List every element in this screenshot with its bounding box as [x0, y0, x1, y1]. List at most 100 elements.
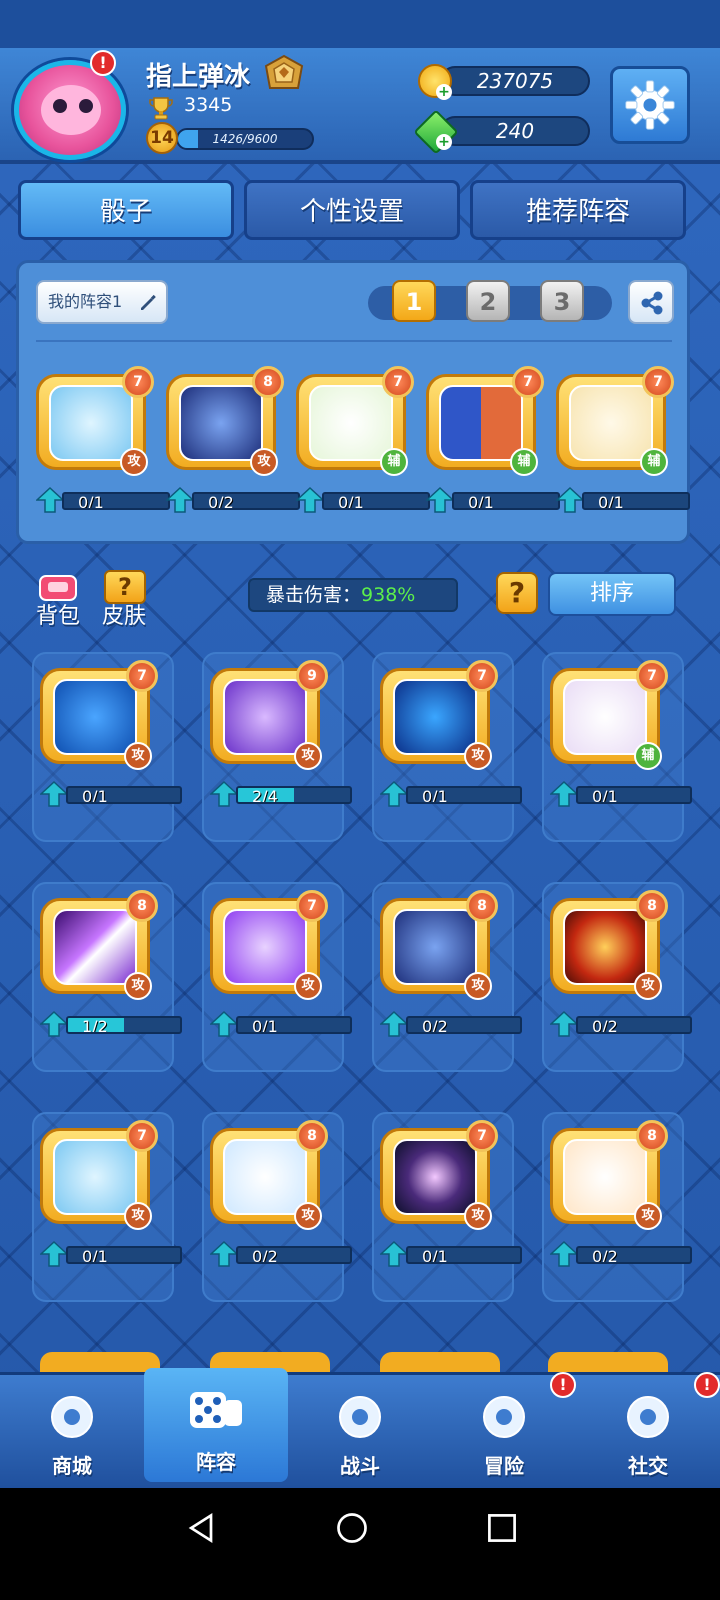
xp-bar: 1426/9600	[176, 128, 314, 150]
sword-icon	[49, 385, 133, 461]
gold-add-icon[interactable]: +	[436, 84, 452, 100]
dice-progress-bar: 0/1	[322, 492, 430, 510]
dice-frame-wrap: 7辅	[550, 660, 668, 770]
nav-item-0[interactable]: 商城	[0, 1372, 144, 1488]
dice-icon	[188, 1386, 244, 1440]
witch-hat-icon	[563, 679, 647, 755]
deck-name-button[interactable]: 我的阵容1	[36, 280, 168, 324]
dice-progress-text: 0/2	[208, 493, 234, 510]
ice-sword-icon	[223, 1139, 307, 1215]
dice-progress-bar: 0/1	[66, 786, 182, 804]
dice-progress-bar: 0/1	[582, 492, 690, 510]
recents-icon[interactable]	[484, 1510, 520, 1546]
home-icon[interactable]	[334, 1510, 370, 1546]
rank-badge-icon[interactable]	[264, 54, 304, 92]
lucky-cat-icon	[569, 385, 653, 461]
crit-damage-value: 938%	[361, 584, 416, 606]
dice-progress-bar: 0/1	[576, 786, 692, 804]
nav-item-1[interactable]: 阵容	[144, 1368, 288, 1482]
system-nav-bar	[0, 1488, 720, 1600]
sort-button[interactable]: 排序	[548, 572, 676, 616]
dice-type-badge: 攻	[464, 1202, 492, 1230]
avatar-face	[41, 85, 101, 135]
share-button[interactable]	[628, 280, 674, 324]
tab-recommended[interactable]: 推荐阵容	[470, 180, 686, 240]
crossed-swords-icon	[332, 1390, 388, 1444]
top-strip	[0, 0, 720, 48]
upgrade-arrow-icon	[210, 1240, 238, 1267]
deck-slot-3[interactable]: 3	[540, 280, 584, 322]
nav-item-2[interactable]: 战斗	[288, 1372, 432, 1488]
gold-display: 237075	[440, 66, 590, 96]
aquarius-icon	[53, 679, 137, 755]
crit-damage-label: 暴击伤害：	[266, 584, 362, 606]
dice-frame-wrap: 8攻	[550, 1120, 668, 1230]
upgrade-arrow-icon	[166, 486, 194, 513]
dice-type-badge: 攻	[250, 448, 278, 476]
dice-progress-text: 0/1	[598, 493, 624, 510]
dice-type-badge: 辅	[634, 742, 662, 770]
dice-progress: 0/2	[550, 1010, 696, 1037]
deck-slot-1[interactable]: 1	[392, 280, 436, 322]
player-level-badge: 14	[146, 122, 178, 154]
dice-progress-text: 0/1	[422, 787, 448, 804]
settings-button[interactable]	[610, 66, 690, 144]
dice-progress-text: 1/2	[82, 1017, 108, 1034]
dice-progress-text: 0/1	[82, 1247, 108, 1264]
upgrade-arrow-icon	[380, 1240, 408, 1267]
back-icon[interactable]	[184, 1510, 220, 1546]
dice-progress-bar: 0/1	[62, 492, 170, 510]
dice-progress-bar: 0/2	[576, 1016, 692, 1034]
tab-dice[interactable]: 骰子	[18, 180, 234, 240]
upgrade-arrow-icon	[550, 1240, 578, 1267]
nav-label: 社交	[628, 1454, 668, 1478]
nav-alert-badge: !	[694, 1372, 720, 1398]
avatar-alert-badge: !	[90, 50, 116, 76]
dice-progress-bar: 0/1	[406, 1246, 522, 1264]
nav-alert-badge: !	[550, 1372, 576, 1398]
deck-slot-2[interactable]: 2	[466, 280, 510, 322]
nav-label: 冒险	[484, 1454, 524, 1478]
dice-progress-bar: 0/2	[406, 1016, 522, 1034]
scorpion-icon	[393, 679, 477, 755]
dice-type-badge: 攻	[464, 972, 492, 1000]
dice-frame-wrap: 7攻	[380, 1120, 498, 1230]
dice-type-badge: 辅	[640, 448, 668, 476]
player-name: 指上弹冰	[146, 62, 251, 92]
dice-progress-text: 0/2	[252, 1247, 278, 1264]
dice-progress: 0/1	[426, 486, 564, 513]
dice-progress-bar: 2/4	[236, 786, 352, 804]
avatar-eye-left	[53, 99, 67, 113]
dice-progress-text: 0/1	[468, 493, 494, 510]
cross-heal-icon	[309, 385, 393, 461]
dice-progress-bar: 1/2	[66, 1016, 182, 1034]
nav-label: 战斗	[340, 1454, 380, 1478]
edit-pencil-icon	[141, 294, 156, 310]
dice-level-badge: 7	[382, 366, 414, 398]
help-button[interactable]: ?	[496, 572, 538, 614]
dice-frame-wrap: 8攻	[166, 366, 284, 476]
nav-label: 商城	[52, 1454, 92, 1478]
dice-progress-bar: 0/2	[192, 492, 300, 510]
fire-icon	[563, 909, 647, 985]
player-avatar[interactable]	[14, 60, 126, 160]
galaxy-icon	[393, 1139, 477, 1215]
upgrade-arrow-icon	[210, 780, 238, 807]
gear-icon	[625, 80, 675, 130]
upgrade-arrow-icon	[210, 1010, 238, 1037]
dice-level-badge: 7	[296, 890, 328, 922]
dice-level-badge: 7	[466, 1120, 498, 1152]
upgrade-arrow-icon	[380, 1010, 408, 1037]
deck-name: 我的阵容1	[48, 292, 123, 311]
dice-progress: 0/1	[210, 1010, 356, 1037]
dice-level-badge: 7	[126, 1120, 158, 1152]
tab-personalize[interactable]: 个性设置	[244, 180, 460, 240]
dice-progress: 0/1	[556, 486, 694, 513]
dice-level-badge: 7	[126, 660, 158, 692]
dice-progress-text: 0/2	[592, 1247, 618, 1264]
avatar-eye-right	[79, 99, 93, 113]
purple-beam-icon	[53, 909, 137, 985]
gem-add-icon[interactable]: +	[436, 134, 452, 150]
dice-progress: 0/1	[296, 486, 434, 513]
dice-frame-wrap: 7辅	[426, 366, 544, 476]
